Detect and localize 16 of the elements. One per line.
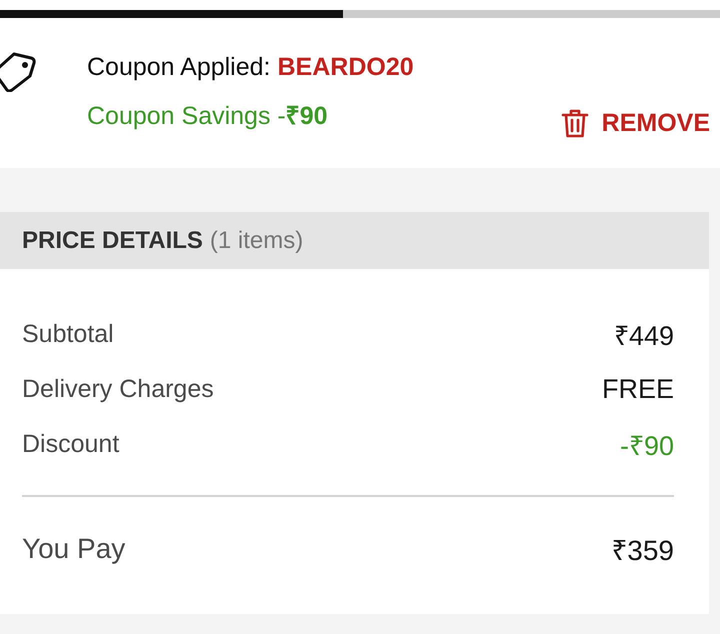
- coupon-savings: Coupon Savings -₹90: [87, 101, 329, 131]
- price-value: -₹90: [620, 430, 674, 463]
- trash-icon: [560, 108, 589, 138]
- price-value: FREE: [602, 374, 674, 405]
- coupon-code: BEARDO20: [277, 52, 414, 82]
- coupon-applied-label: Coupon Applied:: [87, 52, 270, 82]
- price-label: Subtotal: [22, 320, 114, 349]
- total-label: You Pay: [22, 532, 126, 564]
- total-value: ₹359: [611, 534, 674, 568]
- price-value: ₹449: [614, 320, 674, 353]
- remove-coupon-button[interactable]: REMOVE: [560, 108, 710, 138]
- price-label: Delivery Charges: [22, 375, 214, 404]
- price-details-title: PRICE DETAILS: [22, 226, 203, 254]
- tag-icon: [0, 52, 36, 92]
- item-count: (1 items): [210, 226, 304, 254]
- price-label: Discount: [22, 430, 120, 459]
